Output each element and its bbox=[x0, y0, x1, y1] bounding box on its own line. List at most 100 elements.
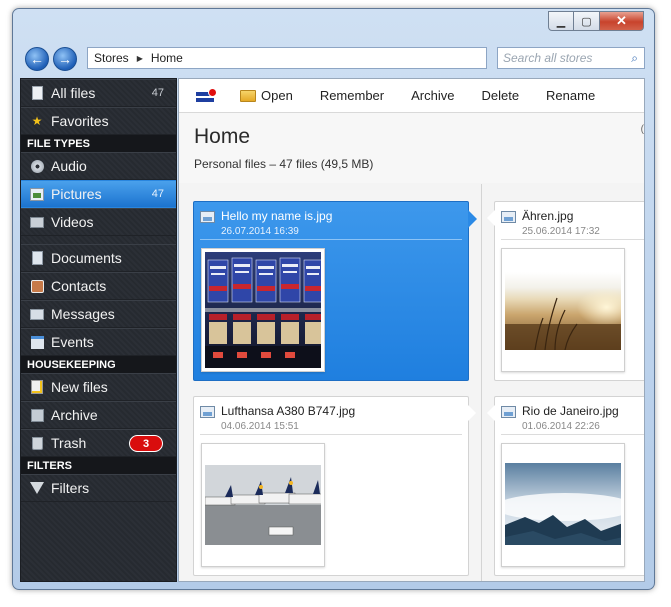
file-date: 25.06.2014 17:32 bbox=[522, 226, 600, 237]
search-placeholder: Search all stores bbox=[503, 51, 593, 65]
archive-icon bbox=[29, 407, 45, 423]
archive-button[interactable]: Archive bbox=[411, 88, 454, 103]
sidebar-item-label: Messages bbox=[51, 306, 115, 322]
sidebar-item-new-files[interactable]: New files bbox=[21, 373, 176, 401]
window-controls: ▁ ▢ ✕ bbox=[548, 11, 644, 31]
sidebar-item-audio[interactable]: Audio bbox=[21, 152, 176, 180]
airport-planes-photo bbox=[205, 447, 321, 563]
breadcrumb-current[interactable]: Home bbox=[151, 51, 183, 65]
sidebar-item-count: 47 bbox=[151, 188, 164, 200]
back-button[interactable]: ← bbox=[25, 47, 49, 71]
sidebar-section-header: FILTERS bbox=[21, 457, 176, 474]
document-icon bbox=[29, 250, 45, 266]
calendar-icon bbox=[29, 334, 45, 350]
sidebar-item-trash[interactable]: Trash 3 bbox=[21, 429, 176, 457]
sidebar-item-videos[interactable]: Videos bbox=[21, 208, 176, 236]
column-divider bbox=[481, 184, 482, 581]
sidebar-section-header: FILE TYPES bbox=[21, 135, 176, 152]
file-date: 26.07.2014 16:39 bbox=[221, 226, 299, 237]
file-name: Hello my name is.jpg bbox=[221, 209, 333, 223]
sidebar-section-header: HOUSEKEEPING bbox=[21, 356, 176, 373]
file-thumbnail[interactable] bbox=[201, 248, 325, 372]
sidebar-item-archive[interactable]: Archive bbox=[21, 401, 176, 429]
file-thumbnail[interactable] bbox=[501, 248, 625, 372]
trash-count-badge: 3 bbox=[129, 435, 163, 452]
open-button[interactable]: Open bbox=[240, 88, 293, 103]
contact-icon bbox=[29, 278, 45, 294]
sidebar-item-favorites[interactable]: ★ Favorites bbox=[21, 107, 176, 135]
file-card-ahren[interactable]: Ähren.jpg 25.06.2014 17:32 bbox=[487, 201, 644, 381]
maximize-button[interactable]: ▢ bbox=[574, 11, 600, 31]
sidebar-item-label: Contacts bbox=[51, 278, 107, 294]
file-card-header: Rio de Janeiro.jpg 01.06.2014 22:26 bbox=[501, 403, 644, 435]
star-icon: ★ bbox=[31, 114, 43, 128]
sidebar-item-label: New files bbox=[51, 379, 108, 395]
wheat-sunset-photo bbox=[505, 252, 621, 368]
sidebar-item-label: Filters bbox=[51, 480, 90, 496]
sidebar-item-label: Archive bbox=[51, 407, 98, 423]
breadcrumb-root[interactable]: Stores bbox=[94, 51, 129, 65]
sidebar-item-label: Trash bbox=[51, 435, 87, 451]
sidebar-item-pictures[interactable]: Pictures 47 bbox=[21, 180, 176, 208]
remember-button[interactable]: Remember bbox=[320, 88, 384, 103]
image-file-icon bbox=[200, 406, 215, 418]
file-card-lufthansa[interactable]: Lufthansa A380 B747.jpg 04.06.2014 15:51 bbox=[193, 396, 476, 576]
file-name: Rio de Janeiro.jpg bbox=[522, 404, 619, 418]
main-content: Open Remember Archive Delete Rename Home… bbox=[178, 78, 645, 582]
file-name: Lufthansa A380 B747.jpg bbox=[221, 404, 356, 418]
sidebar-item-label: Favorites bbox=[51, 113, 109, 129]
message-icon bbox=[29, 306, 45, 322]
forward-button[interactable]: → bbox=[53, 47, 77, 71]
sidebar-item-filters[interactable]: Filters bbox=[21, 474, 176, 502]
trash-icon bbox=[29, 435, 45, 451]
image-file-icon bbox=[501, 406, 516, 418]
search-icon[interactable]: ⌕ bbox=[631, 51, 638, 66]
sidebar-item-contacts[interactable]: Contacts bbox=[21, 272, 176, 300]
delete-button[interactable]: Delete bbox=[481, 88, 519, 103]
file-date: 01.06.2014 22:26 bbox=[522, 421, 600, 432]
sidebar-item-label: Documents bbox=[51, 250, 122, 266]
file-grid: Hello my name is.jpg 26.07.2014 16:39 Äh… bbox=[179, 184, 644, 581]
sidebar-item-label: Pictures bbox=[51, 186, 102, 202]
disc-icon bbox=[29, 158, 45, 174]
app-window: ▁ ▢ ✕ ← → Stores ▶ Home Search all store… bbox=[12, 8, 655, 590]
file-icon bbox=[29, 85, 45, 101]
picture-icon bbox=[29, 186, 45, 202]
file-card-rio-de-janeiro[interactable]: Rio de Janeiro.jpg 01.06.2014 22:26 bbox=[487, 396, 644, 576]
filter-icon bbox=[29, 480, 45, 496]
search-input[interactable]: Search all stores ⌕ bbox=[497, 47, 645, 69]
sidebar-item-count: 47 bbox=[151, 87, 164, 99]
breadcrumb[interactable]: Stores ▶ Home bbox=[87, 47, 487, 69]
arrow-left-icon: ← bbox=[30, 51, 44, 67]
new-file-icon bbox=[29, 379, 45, 395]
page-subtitle: Personal files – 47 files (49,5 MB) bbox=[194, 157, 374, 171]
sidebar: All files 47 ★ Favorites FILE TYPES Audi… bbox=[20, 78, 177, 582]
sidebar-item-label: Events bbox=[51, 334, 94, 350]
file-date: 04.06.2014 15:51 bbox=[221, 421, 299, 432]
app-logo-icon[interactable] bbox=[196, 87, 217, 104]
folder-open-icon bbox=[240, 89, 256, 102]
sidebar-item-events[interactable]: Events bbox=[21, 328, 176, 356]
arrow-right-icon: → bbox=[58, 51, 72, 67]
page-header: Home Personal files – 47 files (49,5 MB) bbox=[179, 113, 644, 183]
sidebar-item-label: Audio bbox=[51, 158, 87, 174]
file-name: Ähren.jpg bbox=[522, 209, 574, 223]
sidebar-item-label: Videos bbox=[51, 214, 94, 230]
page-title: Home bbox=[194, 125, 251, 148]
sidebar-item-documents[interactable]: Documents bbox=[21, 244, 176, 272]
file-thumbnail[interactable] bbox=[201, 443, 325, 567]
file-card-header: Ähren.jpg 25.06.2014 17:32 bbox=[501, 208, 644, 240]
sidebar-item-all-files[interactable]: All files 47 bbox=[21, 79, 176, 107]
video-icon bbox=[29, 214, 45, 230]
image-file-icon bbox=[501, 211, 516, 223]
file-thumbnail[interactable] bbox=[501, 443, 625, 567]
file-card-hello-my-name-is[interactable]: Hello my name is.jpg 26.07.2014 16:39 bbox=[193, 201, 477, 381]
rename-button[interactable]: Rename bbox=[546, 88, 595, 103]
close-button[interactable]: ✕ bbox=[600, 11, 644, 31]
file-card-header: Lufthansa A380 B747.jpg 04.06.2014 15:51 bbox=[200, 403, 462, 435]
sidebar-item-messages[interactable]: Messages bbox=[21, 300, 176, 328]
minimize-button[interactable]: ▁ bbox=[548, 11, 574, 31]
card-pointer bbox=[487, 210, 495, 226]
card-pointer bbox=[468, 405, 476, 421]
